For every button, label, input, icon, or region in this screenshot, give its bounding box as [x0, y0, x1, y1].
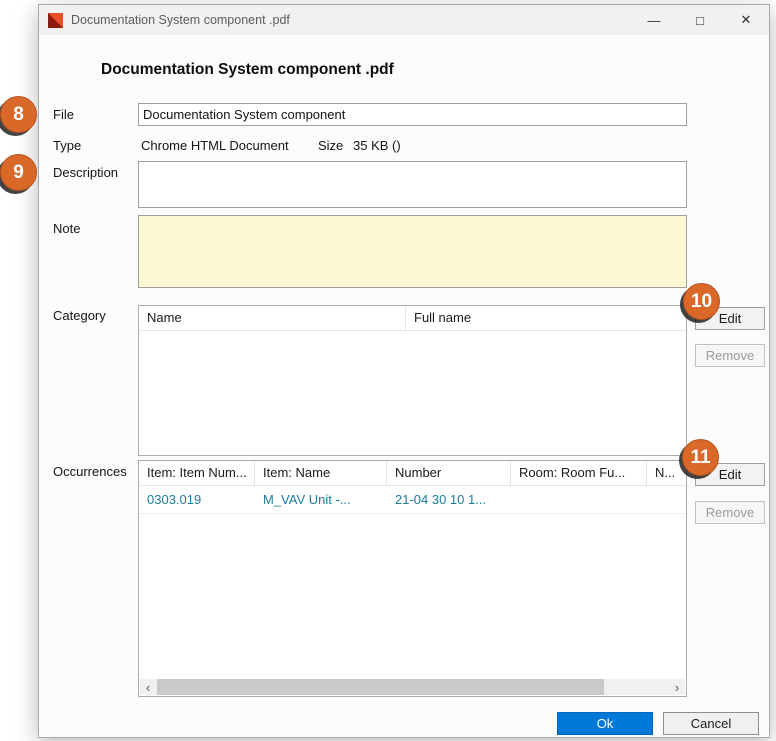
category-label: Category — [53, 308, 106, 323]
occurrences-column-room-function[interactable]: Room: Room Fu... — [511, 461, 647, 485]
callout-badge-11: 11 — [682, 439, 719, 476]
screenshot-canvas: { "window": { "title": "Documentation Sy… — [0, 0, 776, 741]
note-textarea[interactable] — [138, 215, 687, 288]
type-value: Chrome HTML Document — [141, 138, 289, 153]
occurrences-column-item-number[interactable]: Item: Item Num... — [139, 461, 255, 485]
occurrences-table[interactable]: Item: Item Num... Item: Name Number Room… — [138, 460, 687, 697]
category-column-fullname[interactable]: Full name — [406, 306, 686, 330]
category-table-header: Name Full name — [139, 306, 686, 331]
maximize-button[interactable]: □ — [677, 5, 723, 35]
size-value: 35 KB () — [353, 138, 401, 153]
type-label: Type — [53, 138, 81, 153]
callout-badge-9: 9 — [0, 154, 37, 191]
file-input[interactable] — [138, 103, 687, 126]
occurrences-remove-button[interactable]: Remove — [695, 501, 765, 524]
close-button[interactable]: ✕ — [723, 5, 769, 35]
app-icon — [48, 13, 63, 28]
occurrence-item-number: 0303.019 — [139, 492, 255, 507]
minimize-button[interactable]: — — [631, 5, 677, 35]
horizontal-scrollbar[interactable]: ‹ › — [140, 679, 685, 695]
size-label: Size — [318, 138, 343, 153]
occurrences-label: Occurrences — [53, 464, 127, 479]
window-title: Documentation System component .pdf — [71, 13, 290, 27]
occurrences-table-row[interactable]: 0303.019 M_VAV Unit -... 21-04 30 10 1..… — [139, 486, 686, 514]
occurrence-number: 21-04 30 10 1... — [387, 492, 511, 507]
occurrences-column-partial[interactable]: N... — [647, 461, 686, 485]
category-column-name[interactable]: Name — [139, 306, 406, 330]
note-label: Note — [53, 221, 80, 236]
category-remove-button[interactable]: Remove — [695, 344, 765, 367]
occurrences-column-item-name[interactable]: Item: Name — [255, 461, 387, 485]
dialog-window: Documentation System component .pdf — □ … — [38, 4, 770, 738]
occurrence-item-name: M_VAV Unit -... — [255, 492, 387, 507]
cancel-button[interactable]: Cancel — [663, 712, 759, 735]
ok-button[interactable]: Ok — [557, 712, 653, 735]
occurrences-column-number[interactable]: Number — [387, 461, 511, 485]
page-title: Documentation System component .pdf — [101, 61, 394, 79]
scroll-right-arrow-icon[interactable]: › — [669, 679, 685, 695]
description-textarea[interactable] — [138, 161, 687, 208]
titlebar: Documentation System component .pdf — □ … — [39, 5, 769, 35]
callout-badge-8: 8 — [0, 96, 37, 133]
description-label: Description — [53, 165, 118, 180]
scroll-left-arrow-icon[interactable]: ‹ — [140, 679, 156, 695]
callout-badge-10: 10 — [683, 283, 720, 320]
file-label: File — [53, 107, 74, 122]
window-controls: — □ ✕ — [631, 5, 769, 35]
category-table[interactable]: Name Full name — [138, 305, 687, 456]
scrollbar-thumb[interactable] — [157, 679, 604, 695]
occurrences-table-header: Item: Item Num... Item: Name Number Room… — [139, 461, 686, 486]
